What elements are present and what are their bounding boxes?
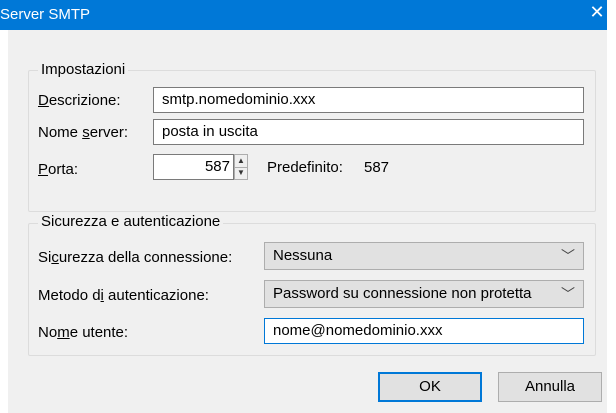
spin-down-icon[interactable]: ▼ [235,167,247,179]
settings-legend: Impostazioni [38,61,129,78]
connection-security-value: Nessuna [273,247,333,264]
server-name-field[interactable]: posta in uscita [153,119,584,145]
chevron-down-icon: ﹀ [561,248,575,264]
auth-method-value: Password su connessione non protetta [273,285,532,302]
port-spinner[interactable]: ▲ ▼ [234,154,248,180]
connection-security-label: Sicurezza della connessione: [38,249,233,266]
username-field[interactable]: nome@nomedominio.xxx [264,318,584,344]
connection-security-select[interactable]: Nessuna ﹀ [264,242,584,270]
port-field[interactable]: 587 [153,154,234,180]
window-border-left [0,30,8,413]
close-icon[interactable]: ✕ [587,2,607,23]
ok-button[interactable]: OK [378,372,482,402]
dialog-body: Impostazioni Descrizione: smtp.nomedomin… [8,30,607,413]
auth-method-select[interactable]: Password su connessione non protetta ﹀ [264,280,584,308]
server-name-label: Nome server: [38,124,129,141]
description-field[interactable]: smtp.nomedominio.xxx [153,87,584,113]
default-port-label: Predefinito: [267,159,343,176]
description-label: Descrizione: [38,92,121,109]
window-title: Server SMTP [0,6,91,23]
port-label: Porta: [38,161,79,178]
window-border-right [607,0,616,413]
username-label: Nome utente: [38,324,129,341]
auth-method-label: Metodo di autenticazione: [38,287,209,304]
title-bar: Server SMTP ✕ [0,0,607,30]
security-legend: Sicurezza e autenticazione [38,213,224,230]
default-port-value: 587 [364,159,390,176]
cancel-button[interactable]: Annulla [498,372,602,402]
chevron-down-icon: ﹀ [561,286,575,302]
